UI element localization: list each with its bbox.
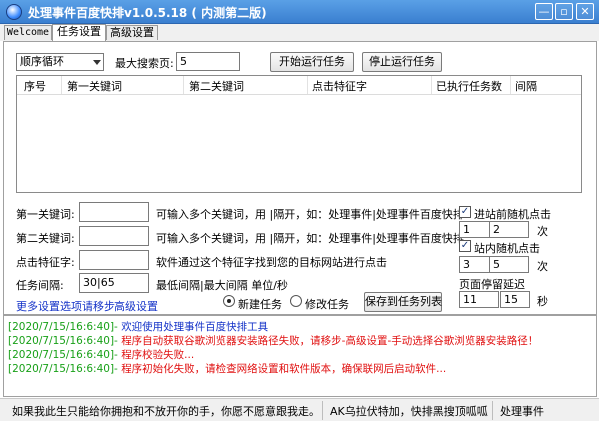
- col-feature[interactable]: 点击特征字: [312, 78, 367, 94]
- in-site-unit: 次: [537, 260, 548, 273]
- tab-task-settings[interactable]: 任务设置: [52, 24, 106, 41]
- interval-input[interactable]: 30|65: [79, 273, 149, 293]
- feature-hint: 软件通过这个特征字找到您的目标网站进行点击: [156, 256, 387, 269]
- stay-min-input[interactable]: 11: [459, 291, 499, 308]
- column-divider: [61, 76, 62, 94]
- new-task-radio[interactable]: [223, 295, 235, 307]
- task-list-table[interactable]: 序号 第一关键词 第二关键词 点击特征字 已执行任务数 间隔: [16, 75, 582, 193]
- status-divider: [492, 401, 493, 420]
- column-divider: [431, 76, 432, 94]
- edit-task-radio[interactable]: [290, 295, 302, 307]
- log-line: [2020/7/15/16:6:40]- 程序自动获取谷歌浏览器安装路径失败，请…: [8, 333, 538, 348]
- column-divider: [510, 76, 511, 94]
- window-title: 处理事件百度快排v1.0.5.18 ( 内测第二版): [28, 6, 267, 20]
- keyword2-label: 第二关键词:: [16, 232, 75, 245]
- log-line: [2020/7/15/16:6:40]- 程序初始化失败，请检查网络设置和软件版…: [8, 361, 446, 376]
- stay-unit: 秒: [537, 295, 548, 308]
- pre-click-label: 进站前随机点击: [474, 208, 551, 221]
- log-message: 程序初始化失败，请检查网络设置和软件版本，确保联网后启动软件...: [121, 363, 447, 375]
- status-divider: [322, 401, 323, 420]
- max-pages-input[interactable]: 5: [176, 52, 240, 71]
- close-button[interactable]: ✕: [576, 3, 594, 20]
- advanced-settings-link[interactable]: 高级设置: [114, 298, 158, 314]
- interval-hint: 最低间隔|最大间隔 单位/秒: [156, 279, 288, 292]
- loop-mode-select[interactable]: 顺序循环: [16, 53, 104, 71]
- keyword2-input[interactable]: [79, 226, 149, 246]
- column-divider: [183, 76, 184, 94]
- log-message: 欢迎使用处理事件百度快排工具: [121, 321, 269, 333]
- pre-click-checkbox[interactable]: ✓: [459, 206, 471, 218]
- keyword1-hint: 可输入多个关键词，用 |隔开，如：处理事件|处理事件百度快排: [156, 208, 464, 221]
- in-site-click-checkbox[interactable]: ✓: [459, 240, 471, 252]
- interval-label: 任务间隔:: [16, 279, 64, 292]
- keyword1-label: 第一关键词:: [16, 208, 75, 221]
- stop-task-button[interactable]: 停止运行任务: [362, 52, 442, 72]
- log-message: 程序自动获取谷歌浏览器安装路径失败，请移步-高级设置-手动选择谷歌浏览器安装路径…: [121, 335, 539, 347]
- stay-max-input[interactable]: 15: [500, 291, 530, 308]
- col-interval[interactable]: 间隔: [515, 78, 537, 94]
- log-line: [2020/7/15/16:6:40]- 程序校验失败...: [8, 347, 194, 362]
- pre-click-max-input[interactable]: 2: [489, 221, 529, 238]
- status-slogan: AK乌拉伏特加，快排黑搜顶呱呱: [330, 405, 488, 418]
- max-pages-label: 最大搜索页:: [115, 57, 174, 70]
- col-index[interactable]: 序号: [24, 78, 46, 94]
- log-output[interactable]: [2020/7/15/16:6:40]- 欢迎使用处理事件百度快排工具 [202…: [3, 315, 597, 397]
- tab-welcome[interactable]: Welcome: [4, 25, 52, 40]
- log-line: [2020/7/15/16:6:40]- 欢迎使用处理事件百度快排工具: [8, 319, 268, 334]
- more-settings-link[interactable]: 更多设置选项请移步: [16, 298, 115, 314]
- start-task-button[interactable]: 开始运行任务: [270, 52, 354, 72]
- log-timestamp: [2020/7/15/16:6:40]-: [8, 335, 118, 347]
- col-keyword1[interactable]: 第一关键词: [67, 78, 122, 94]
- edit-task-label: 修改任务: [305, 298, 349, 311]
- log-timestamp: [2020/7/15/16:6:40]-: [8, 363, 118, 375]
- minimize-button[interactable]: —: [535, 3, 553, 20]
- in-site-max-input[interactable]: 5: [489, 256, 529, 273]
- keyword1-input[interactable]: [79, 202, 149, 222]
- status-brand: 处理事件: [500, 405, 544, 418]
- col-executed[interactable]: 已执行任务数: [436, 78, 502, 94]
- log-message: 程序校验失败...: [121, 349, 195, 361]
- column-divider: [307, 76, 308, 94]
- keyword2-hint: 可输入多个关键词，用 |隔开，如：处理事件|处理事件百度快排: [156, 232, 464, 245]
- chevron-down-icon: [93, 60, 101, 65]
- pre-click-unit: 次: [537, 225, 548, 238]
- tab-advanced-settings[interactable]: 高级设置: [106, 25, 158, 40]
- new-task-label: 新建任务: [238, 298, 282, 311]
- in-site-click-label: 站内随机点击: [474, 242, 540, 255]
- col-keyword2[interactable]: 第二关键词: [189, 78, 244, 94]
- restore-button[interactable]: ▫: [555, 3, 573, 20]
- status-quote: 如果我此生只能给你拥抱和不放开你的手，你愿不愿意跟我走。: [12, 405, 320, 418]
- save-to-list-button[interactable]: 保存到任务列表: [364, 292, 442, 312]
- app-logo-icon: [6, 4, 22, 20]
- title-bar: 处理事件百度快排v1.0.5.18 ( 内测第二版) — ▫ ✕: [0, 0, 599, 24]
- log-timestamp: [2020/7/15/16:6:40]-: [8, 321, 118, 333]
- stay-delay-label: 页面停留延迟: [459, 278, 525, 291]
- feature-input[interactable]: [79, 250, 149, 270]
- table-header: 序号 第一关键词 第二关键词 点击特征字 已执行任务数 间隔: [17, 76, 581, 95]
- feature-label: 点击特征字:: [16, 256, 75, 269]
- loop-mode-value: 顺序循环: [20, 55, 64, 68]
- log-timestamp: [2020/7/15/16:6:40]-: [8, 349, 118, 361]
- status-bar: 如果我此生只能给你拥抱和不放开你的手，你愿不愿意跟我走。 AK乌拉伏特加，快排黑…: [0, 398, 599, 421]
